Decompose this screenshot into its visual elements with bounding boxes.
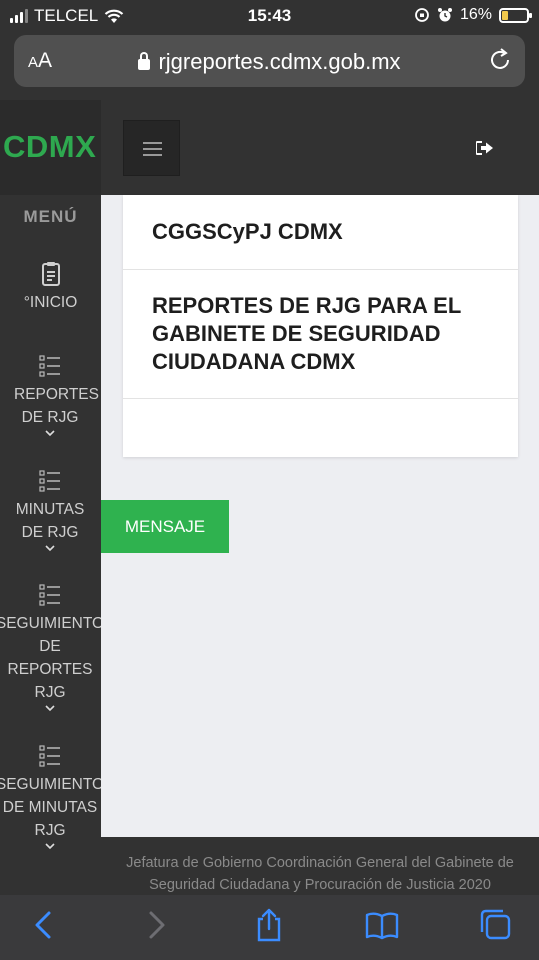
forward-icon[interactable] bbox=[138, 907, 174, 943]
battery-percent: 16% bbox=[459, 6, 492, 23]
page-subheading: REPORTES DE RJG PARA EL GABINETE DE SEGU… bbox=[152, 293, 461, 374]
back-icon[interactable] bbox=[26, 907, 62, 943]
menu-toggle-button[interactable] bbox=[123, 120, 180, 176]
sidebar-item-inicio[interactable]: °INICIO bbox=[0, 261, 101, 314]
page-footer: Jefatura de Gobierno Coordinación Genera… bbox=[101, 837, 539, 895]
title-card: CGGSCyPJ CDMX REPORTES DE RJG PARA EL GA… bbox=[123, 195, 518, 457]
chevron-down-icon bbox=[45, 430, 55, 437]
sidebar-item-label: SEGUIMIENTO DE REPORTES RJG bbox=[0, 615, 101, 701]
clipboard-icon bbox=[41, 262, 60, 286]
sidebar-item-seguimiento-minutas[interactable]: SEGUIMIENTO DE MINUTAS RJG bbox=[0, 743, 101, 850]
sidebar-item-label: °INICIO bbox=[23, 294, 78, 311]
list-icon bbox=[39, 355, 60, 377]
footer-line: Seguridad Ciudadana y Procuración de Jus… bbox=[149, 877, 491, 893]
main-content: CGGSCyPJ CDMX REPORTES DE RJG PARA EL GA… bbox=[101, 195, 539, 837]
site-logo[interactable]: CDMX bbox=[0, 100, 101, 195]
chevron-down-icon bbox=[45, 705, 55, 712]
battery-icon bbox=[499, 7, 532, 23]
divider bbox=[123, 269, 518, 270]
message-button[interactable]: MENSAJE bbox=[101, 500, 229, 553]
logo-text: CDMX bbox=[3, 129, 97, 164]
sidebar-item-seguimiento-reportes[interactable]: SEGUIMIENTO DE REPORTES RJG bbox=[0, 582, 101, 712]
sidebar-item-label: SEGUIMIENTO DE MINUTAS RJG bbox=[0, 776, 101, 839]
sidebar: MENÚ °INICIO REPORTES DE RJG MINUTAS DE … bbox=[0, 195, 101, 895]
sidebar-item-minutas[interactable]: MINUTAS DE RJG bbox=[0, 468, 101, 552]
page-heading: CGGSCyPJ CDMX bbox=[152, 219, 343, 244]
browser-toolbar bbox=[0, 895, 539, 960]
sidebar-item-label: MINUTAS DE RJG bbox=[15, 501, 85, 541]
lock-icon bbox=[138, 52, 151, 70]
alarm-icon bbox=[437, 8, 452, 22]
list-icon bbox=[39, 470, 60, 492]
chevron-down-icon bbox=[45, 843, 55, 850]
chevron-down-icon bbox=[45, 545, 55, 552]
footer-line: Jefatura de Gobierno Coordinación Genera… bbox=[126, 855, 514, 871]
reload-icon[interactable] bbox=[487, 47, 513, 73]
status-bar: TELCEL 15:43 16% bbox=[0, 0, 539, 32]
menu-title: MENÚ bbox=[23, 207, 78, 226]
sidebar-item-label: REPORTES DE RJG bbox=[14, 386, 99, 426]
tabs-icon[interactable] bbox=[477, 907, 513, 943]
bookmarks-icon[interactable] bbox=[364, 907, 400, 943]
divider bbox=[123, 398, 518, 399]
logout-icon[interactable] bbox=[476, 140, 494, 156]
url-text: rjgreportes.cdmx.gob.mx bbox=[158, 49, 401, 74]
orientation-lock-icon bbox=[415, 8, 429, 22]
list-icon bbox=[39, 584, 60, 606]
list-icon bbox=[39, 745, 60, 767]
sidebar-item-reportes[interactable]: REPORTES DE RJG bbox=[0, 353, 101, 437]
share-icon[interactable] bbox=[251, 907, 287, 943]
url-field[interactable]: rjgreportes.cdmx.gob.mx bbox=[14, 49, 525, 75]
address-bar[interactable]: AA rjgreportes.cdmx.gob.mx bbox=[14, 35, 525, 87]
